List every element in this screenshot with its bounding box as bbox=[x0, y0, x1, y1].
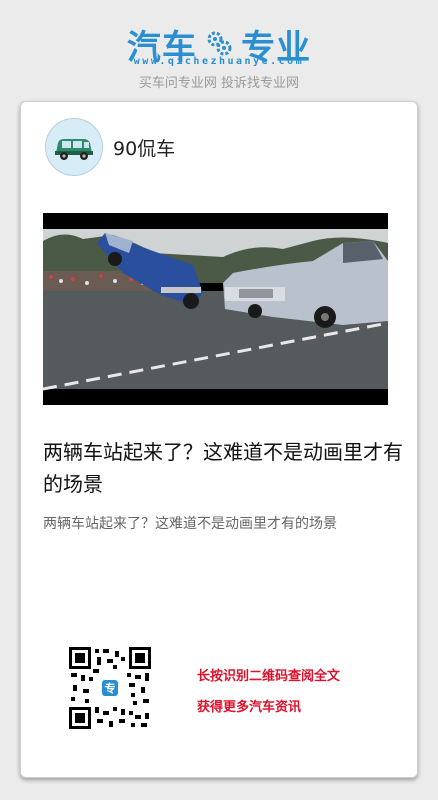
site-slogan: 买车问专业网 投诉找专业网 bbox=[138, 76, 300, 91]
article-card: 90侃车 两辆车站起来了？这难道不是动画里才有的场景 两辆车站起来了？这难道不是… bbox=[20, 101, 418, 778]
qr-hint-more-news: 获得更多汽车资讯 bbox=[197, 700, 302, 715]
car-avatar-icon bbox=[46, 119, 102, 175]
site-domain: www.qichezhuanye.com bbox=[133, 56, 305, 67]
lowrider-cars-image bbox=[42, 213, 389, 405]
author-avatar[interactable] bbox=[45, 118, 103, 176]
qr-code-icon: 专 bbox=[69, 647, 151, 729]
qr-hint-read-full: 长按识别二维码查阅全文 bbox=[197, 669, 341, 684]
article-summary: 两辆车站起来了？这难道不是动画里才有的场景 bbox=[43, 516, 337, 532]
site-header: 汽车 专业 www.qichezhuanye.com 买车问专业网 投诉找专业网 bbox=[0, 0, 438, 100]
qr-code[interactable]: 专 bbox=[69, 647, 151, 729]
video-thumbnail[interactable] bbox=[42, 213, 389, 405]
svg-text:专: 专 bbox=[105, 681, 116, 695]
gear-logo-icon bbox=[206, 30, 232, 60]
author-name[interactable]: 90侃车 bbox=[113, 134, 175, 161]
article-title[interactable]: 两辆车站起来了？这难道不是动画里才有的场景 bbox=[43, 436, 403, 500]
